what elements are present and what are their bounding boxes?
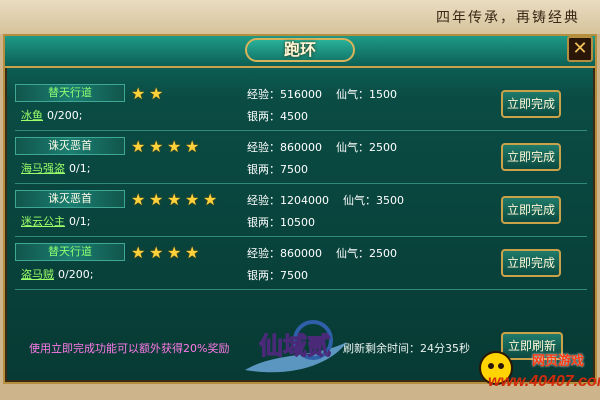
quest-row: 替天行道 盗马贼 0/200; ★ ★ ★ ★ 经验：860000 仙气：2500 银两：…	[15, 239, 587, 290]
star-icon: ★	[185, 137, 200, 156]
logo-text: 仙域贰	[259, 331, 331, 360]
xianqi-label: 仙气：	[336, 141, 369, 154]
exp-value: 860000	[280, 247, 322, 260]
quest-type: 替天行道	[15, 84, 125, 102]
star-icon: ★	[203, 190, 218, 209]
xianqi-label: 仙气：	[336, 247, 369, 260]
window-title: 跑环	[245, 38, 355, 62]
refresh-timer: 刷新剩余时间：24分35秒	[343, 342, 470, 355]
quest-type: 诛灭恶首	[15, 137, 125, 155]
star-icon: ★	[167, 243, 182, 262]
window-titlebar: 跑环 ✕	[5, 36, 595, 68]
xianqi-label: 仙气：	[343, 194, 376, 207]
exp-value: 860000	[280, 141, 322, 154]
quest-list: 替天行道 冰鱼 0/200; ★ ★ 经验：516000 仙气：1500 银两：450…	[15, 80, 587, 292]
complete-now-button[interactable]: 立即完成	[501, 196, 561, 224]
difficulty-stars: ★ ★ ★ ★ ★	[131, 190, 221, 209]
banner-slogan: 四年传承，再铸经典	[436, 10, 580, 26]
quest-progress: 0/200;	[58, 268, 94, 281]
xianqi-label: 仙气：	[336, 88, 369, 101]
silver-value: 7500	[280, 163, 308, 176]
quest-progress: 0/200;	[47, 109, 83, 122]
silver-label: 银两：	[247, 110, 280, 123]
exp-label: 经验：	[247, 247, 280, 260]
star-icon: ★	[167, 190, 182, 209]
silver-value: 10500	[280, 216, 315, 229]
difficulty-stars: ★ ★ ★ ★	[131, 243, 203, 262]
quest-progress: 0/1;	[69, 215, 91, 228]
xianqi-value: 2500	[369, 247, 397, 260]
mascot-eye-right	[498, 363, 504, 369]
quest-target-link[interactable]: 迷云公主	[21, 215, 65, 228]
mascot-eye-left	[488, 363, 494, 369]
star-icon: ★	[131, 84, 146, 103]
quest-type: 替天行道	[15, 243, 125, 261]
quest-target-line: 海马强盗 0/1;	[21, 160, 90, 176]
complete-now-button[interactable]: 立即完成	[501, 249, 561, 277]
complete-now-button[interactable]: 立即完成	[501, 143, 561, 171]
quest-target-link[interactable]: 盗马贼	[21, 268, 54, 281]
star-icon: ★	[149, 137, 164, 156]
quest-rewards: 经验：1204000 仙气：3500 银两：10500	[247, 190, 404, 234]
site-url[interactable]: www.40407.com	[488, 373, 600, 391]
xianqi-value: 1500	[369, 88, 397, 101]
silver-label: 银两：	[247, 163, 280, 176]
quest-rewards: 经验：516000 仙气：1500 银两：4500	[247, 84, 397, 128]
star-icon: ★	[167, 137, 182, 156]
close-button[interactable]: ✕	[567, 36, 593, 62]
difficulty-stars: ★ ★ ★ ★	[131, 137, 203, 156]
star-icon: ★	[149, 243, 164, 262]
star-icon: ★	[131, 137, 146, 156]
star-icon: ★	[131, 190, 146, 209]
exp-value: 516000	[280, 88, 322, 101]
bonus-note: 使用立即完成功能可以额外获得20%奖励	[29, 342, 230, 355]
quest-rewards: 经验：860000 仙气：2500 银两：7500	[247, 137, 397, 181]
silver-label: 银两：	[247, 216, 280, 229]
site-title: 网页游戏	[532, 354, 585, 369]
game-logo: 仙域贰	[245, 320, 347, 373]
xianqi-value: 2500	[369, 141, 397, 154]
quest-target-line: 冰鱼 0/200;	[21, 107, 82, 123]
exp-value: 1204000	[280, 194, 329, 207]
quest-row: 替天行道 冰鱼 0/200; ★ ★ 经验：516000 仙气：1500 银两：450…	[15, 80, 587, 131]
complete-now-button[interactable]: 立即完成	[501, 90, 561, 118]
quest-progress: 0/1;	[69, 162, 91, 175]
xianqi-value: 3500	[376, 194, 404, 207]
silver-value: 7500	[280, 269, 308, 282]
star-icon: ★	[131, 243, 146, 262]
quest-target-link[interactable]: 海马强盗	[21, 162, 65, 175]
star-icon: ★	[185, 243, 200, 262]
exp-label: 经验：	[247, 194, 280, 207]
silver-label: 银两：	[247, 269, 280, 282]
exp-label: 经验：	[247, 141, 280, 154]
quest-type: 诛灭恶首	[15, 190, 125, 208]
quest-target-line: 盗马贼 0/200;	[21, 266, 93, 282]
top-banner: 四年传承，再铸经典	[0, 0, 600, 34]
exp-label: 经验：	[247, 88, 280, 101]
quest-target-link[interactable]: 冰鱼	[21, 109, 43, 122]
star-icon: ★	[149, 190, 164, 209]
quest-row: 诛灭恶首 迷云公主 0/1; ★ ★ ★ ★ ★ 经验：1204000 仙气：3500 银两…	[15, 186, 587, 237]
difficulty-stars: ★ ★	[131, 84, 167, 103]
star-icon: ★	[149, 84, 164, 103]
star-icon: ★	[185, 190, 200, 209]
silver-value: 4500	[280, 110, 308, 123]
quest-rewards: 经验：860000 仙气：2500 银两：7500	[247, 243, 397, 287]
quest-target-line: 迷云公主 0/1;	[21, 213, 90, 229]
quest-row: 诛灭恶首 海马强盗 0/1; ★ ★ ★ ★ 经验：860000 仙气：2500 银两：7…	[15, 133, 587, 184]
